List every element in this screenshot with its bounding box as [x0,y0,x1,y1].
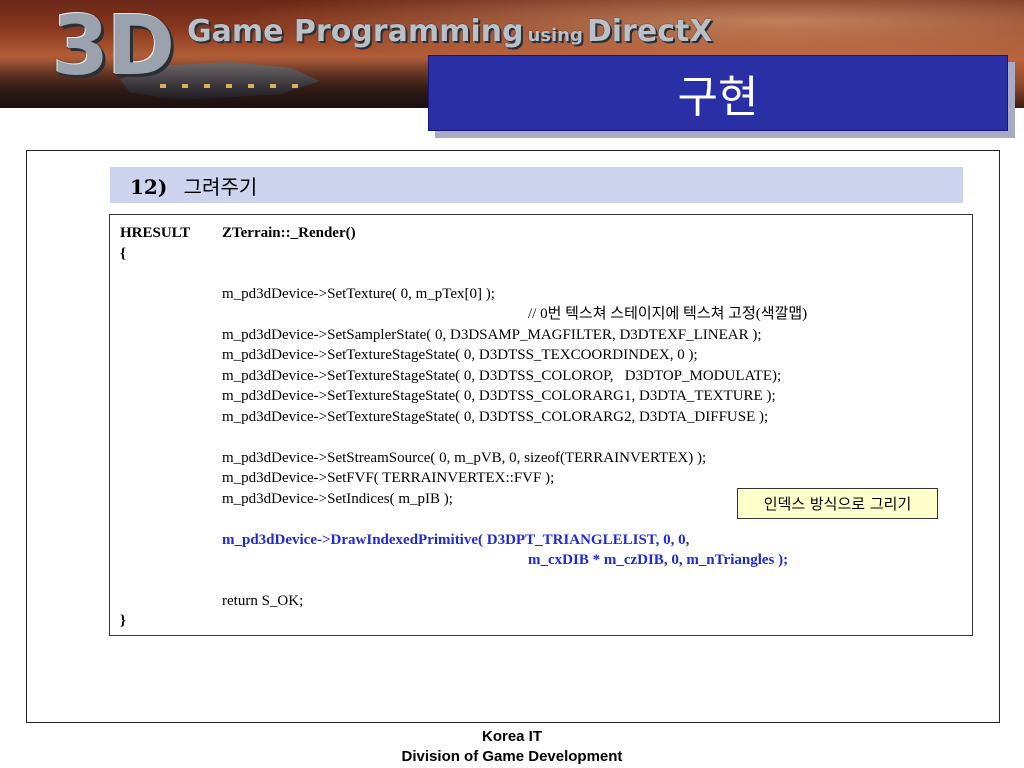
code-line-highlight: m_pd3dDevice->DrawIndexedPrimitive( D3DP… [222,532,690,548]
footer-line-1: Korea IT [481,728,542,745]
section-number: 12) [130,174,168,199]
footer-line-2: Division of Game Development [401,748,623,765]
code-line-highlight: m_cxDIB * m_czDIB, 0, m_nTriangles ); [528,552,789,568]
code-function-name: ZTerrain::_Render() [222,225,356,241]
code-block: HRESULT ZTerrain::_Render() { m_pd3dDevi… [109,214,973,636]
code-comment: // 0번 텍스쳐 스테이지에 텍스쳐 고정(색깔맵) [528,306,808,322]
callout-note: 인덱스 방식으로 그리기 [737,488,938,519]
code-line: m_pd3dDevice->SetIndices( m_pIB ); [222,491,453,507]
logo-directx-text: DirectX [586,14,713,49]
code-line: m_pd3dDevice->SetTextureStageState( 0, D… [222,388,776,404]
ship-lights [160,84,310,88]
code-close-brace: } [120,613,126,629]
code-line: return S_OK; [222,593,304,609]
code-line: m_pd3dDevice->SetTextureStageState( 0, D… [222,368,782,384]
logo-game-text: Game Programming [187,14,524,49]
code-line: m_pd3dDevice->SetTextureStageState( 0, D… [222,347,698,363]
code-line: m_pd3dDevice->SetFVF( TERRAINVERTEX::FVF… [222,470,555,486]
logo-using-text: using [527,25,583,46]
code-line: m_pd3dDevice->SetTexture( 0, m_pTex[0] )… [222,286,495,302]
code-return-type: HRESULT [120,225,191,241]
code-open-brace: { [120,246,126,262]
code-line: m_pd3dDevice->SetTextureStageState( 0, D… [222,409,769,425]
section-heading: 12) 그려주기 [110,167,963,203]
slide-title: 구현 [428,55,1008,131]
logo-title: Game Programming using DirectX [187,14,712,49]
code-line: m_pd3dDevice->SetStreamSource( 0, m_pVB,… [222,450,707,466]
code-line: m_pd3dDevice->SetSamplerState( 0, D3DSAM… [222,327,762,343]
footer: Korea IT Division of Game Development [362,727,662,767]
logo-3d: 3D [52,0,175,94]
section-title: 그려주기 [183,174,258,199]
